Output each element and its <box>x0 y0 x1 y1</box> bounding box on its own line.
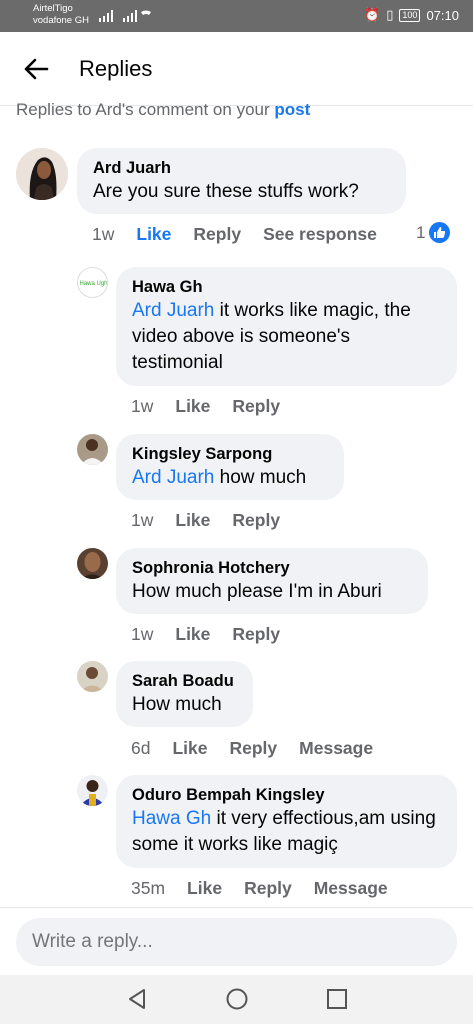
reply-body: how much <box>214 467 307 488</box>
reply-actions: 1w Like Reply <box>131 396 302 417</box>
reply-text: Hawa Gh it very effectious,am using some… <box>132 806 442 858</box>
logo-avatar: Hawa Ugh <box>79 281 107 287</box>
carrier-names: AirtelTigo vodafone GH <box>33 3 89 27</box>
replies-context: Replies to Ard's comment on your post <box>16 100 310 120</box>
avatar[interactable] <box>77 434 108 465</box>
reply-time: 1w <box>131 510 154 530</box>
reply-author[interactable]: Oduro Bempah Kingsley <box>132 784 442 806</box>
reply-bubble[interactable]: Oduro Bempah Kingsley Hawa Gh it very ef… <box>116 775 457 868</box>
profile-photo <box>77 661 108 692</box>
reply-bubble[interactable]: Sophronia Hotchery How much please I'm i… <box>116 548 428 614</box>
like-button[interactable]: Like <box>175 624 210 645</box>
avatar[interactable] <box>77 775 108 806</box>
reply-time: 1w <box>131 396 154 416</box>
reply-text: Ard Juarh it works like magic, the video… <box>132 298 442 376</box>
like-button[interactable]: Like <box>175 510 210 531</box>
reply-time: 6d <box>131 738 151 758</box>
alarm-icon: ⏰ <box>364 7 381 22</box>
comment-actions: 1w Like Reply See response <box>92 224 399 245</box>
see-response-button[interactable]: See response <box>263 224 377 245</box>
comment-text: Are you sure these stuffs work? <box>93 181 359 202</box>
app-header: Replies <box>0 32 473 106</box>
signal-icon <box>99 10 151 22</box>
reply-author[interactable]: Hawa Gh <box>132 276 442 298</box>
reply-actions: 1w Like Reply <box>131 624 302 645</box>
thumbs-up-icon <box>429 222 451 243</box>
like-button[interactable]: Like <box>175 396 210 417</box>
reaction-count: 1 <box>416 222 426 242</box>
reply-actions: 35m Like Reply Message <box>131 878 410 899</box>
reply-button[interactable]: Reply <box>232 510 280 531</box>
message-button[interactable]: Message <box>314 878 388 899</box>
vibrate-icon: ▯ <box>386 7 394 22</box>
reply-bubble[interactable]: Hawa Gh Ard Juarh it works like magic, t… <box>116 267 457 386</box>
mention-link[interactable]: Ard Juarh <box>132 300 214 321</box>
avatar-logo-text: Hawa Ugh <box>79 281 107 287</box>
nav-home-icon[interactable] <box>224 986 250 1012</box>
battery-icon: 100 <box>399 8 421 22</box>
system-nav-bar <box>0 975 473 1024</box>
like-button[interactable]: Like <box>187 878 222 899</box>
reply-author[interactable]: Sophronia Hotchery <box>132 557 413 579</box>
carrier-2: vodafone GH <box>33 15 89 26</box>
carrier-1: AirtelTigo <box>33 3 73 14</box>
arrow-left-icon[interactable] <box>22 55 50 83</box>
reply-text: How much please I'm in Aburi <box>132 581 382 602</box>
reply-time: 35m <box>131 878 166 898</box>
profile-photo <box>77 775 108 806</box>
like-button[interactable]: Like <box>136 224 171 245</box>
nav-back-icon[interactable] <box>124 986 150 1012</box>
reply-input[interactable] <box>16 918 457 966</box>
reply-button[interactable]: Reply <box>244 878 292 899</box>
reply-button[interactable]: Reply <box>232 624 280 645</box>
reply-bubble[interactable]: Kingsley Sarpong Ard Juarh how much <box>116 434 344 500</box>
avatar[interactable] <box>16 148 68 200</box>
profile-photo <box>16 148 68 200</box>
status-bar: AirtelTigo vodafone GH ⏰ ▯ 100 07:10 <box>0 0 473 32</box>
reaction-summary[interactable]: 1 <box>416 222 451 243</box>
status-right: ⏰ ▯ 100 07:10 <box>364 7 459 23</box>
mention-link[interactable]: Ard Juarh <box>132 467 214 488</box>
avatar[interactable]: Hawa Ugh <box>77 267 108 298</box>
reply-bubble[interactable]: Sarah Boadu How much <box>116 661 253 727</box>
avatar[interactable] <box>77 661 108 692</box>
comment-bubble[interactable]: Ard Juarh Are you sure these stuffs work… <box>77 148 406 214</box>
reply-time: 1w <box>131 624 154 644</box>
reply-text: Ard Juarh how much <box>132 465 329 491</box>
profile-photo <box>77 434 108 465</box>
message-button[interactable]: Message <box>299 738 373 759</box>
profile-photo <box>77 548 108 579</box>
reply-actions: 6d Like Reply Message <box>131 738 395 759</box>
clock: 07:10 <box>426 7 459 23</box>
nav-recents-icon[interactable] <box>324 986 350 1012</box>
reply-button[interactable]: Reply <box>193 224 241 245</box>
like-button[interactable]: Like <box>172 738 207 759</box>
comment-author[interactable]: Ard Juarh <box>93 157 391 179</box>
reply-actions: 1w Like Reply <box>131 510 302 531</box>
avatar[interactable] <box>77 548 108 579</box>
page-title: Replies <box>79 56 153 81</box>
replies-screen: { "status_bar": { "carrier1": "AirtelTig… <box>0 0 473 1024</box>
post-link[interactable]: post <box>274 100 310 119</box>
reply-author[interactable]: Sarah Boadu <box>132 670 238 692</box>
reply-button[interactable]: Reply <box>232 396 280 417</box>
reply-button[interactable]: Reply <box>230 738 278 759</box>
context-text: Replies to Ard's comment on your <box>16 100 275 119</box>
reply-author[interactable]: Kingsley Sarpong <box>132 443 329 465</box>
mention-link[interactable]: Hawa Gh <box>132 808 211 829</box>
comment-time: 1w <box>92 224 115 244</box>
reply-text: How much <box>132 694 222 715</box>
reply-composer <box>0 907 473 975</box>
